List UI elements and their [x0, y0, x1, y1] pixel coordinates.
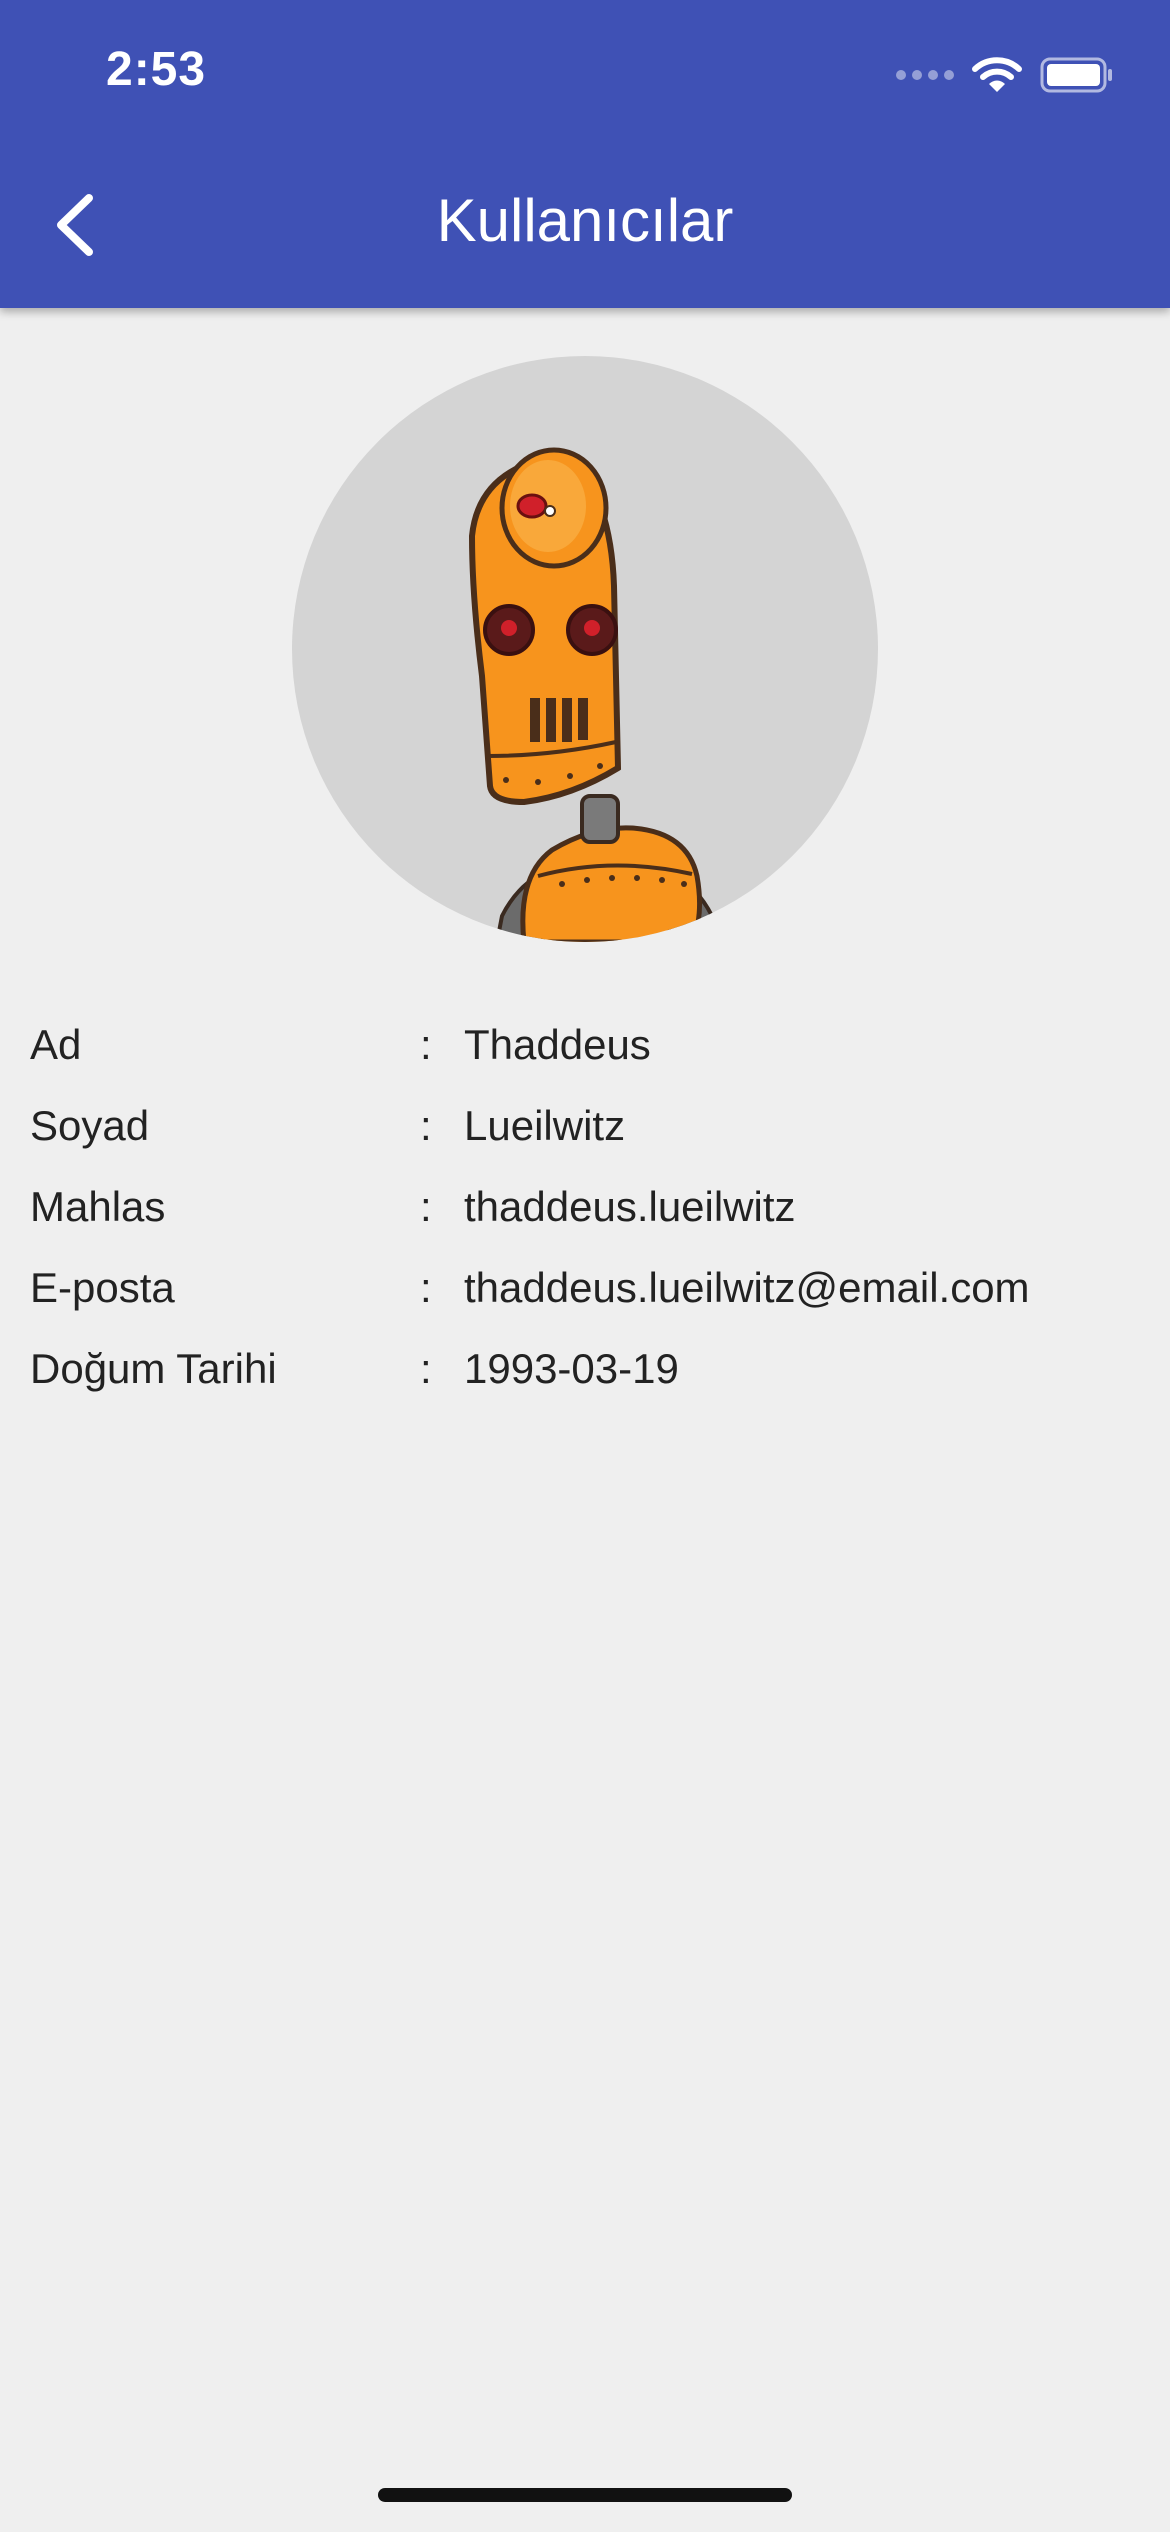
avatar	[292, 356, 878, 942]
wifi-icon	[972, 57, 1022, 92]
page-title: Kullanıcılar	[436, 187, 734, 254]
field-value: Thaddeus	[464, 1020, 651, 1068]
info-row-eposta: E-posta : thaddeus.lueilwitz@email.com	[30, 1247, 1140, 1328]
home-indicator[interactable]	[378, 2488, 792, 2502]
field-label: Doğum Tarihi	[30, 1344, 277, 1392]
field-value: 1993-03-19	[464, 1344, 679, 1392]
status-icons	[896, 50, 1114, 100]
info-row-soyad: Soyad : Lueilwitz	[30, 1085, 1140, 1166]
field-value: thaddeus.lueilwitz	[464, 1182, 796, 1230]
field-label: Mahlas	[30, 1182, 166, 1230]
robot-avatar-icon	[468, 447, 720, 942]
field-separator: :	[420, 1182, 432, 1230]
field-value: Lueilwitz	[464, 1101, 626, 1149]
app-bar: 2:53 Kullanıcılar	[0, 0, 1170, 308]
field-separator: :	[420, 1101, 432, 1149]
field-label: Soyad	[30, 1101, 150, 1149]
info-row-mahlas: Mahlas : thaddeus.lueilwitz	[30, 1166, 1140, 1247]
field-value: thaddeus.lueilwitz@email.com	[464, 1263, 1030, 1311]
field-separator: :	[420, 1263, 432, 1311]
cellular-signal-icon	[896, 70, 954, 80]
status-time: 2:53	[106, 43, 207, 96]
field-label: E-posta	[30, 1263, 175, 1311]
info-row-dogum-tarihi: Doğum Tarihi : 1993-03-19	[30, 1328, 1140, 1409]
field-label: Ad	[30, 1020, 82, 1068]
battery-icon	[1040, 57, 1112, 93]
field-separator: :	[420, 1020, 432, 1068]
user-info-list: Ad : Thaddeus Soyad : Lueilwitz Mahlas :…	[30, 1004, 1140, 1409]
info-row-ad: Ad : Thaddeus	[30, 1004, 1140, 1085]
field-separator: :	[420, 1344, 432, 1392]
